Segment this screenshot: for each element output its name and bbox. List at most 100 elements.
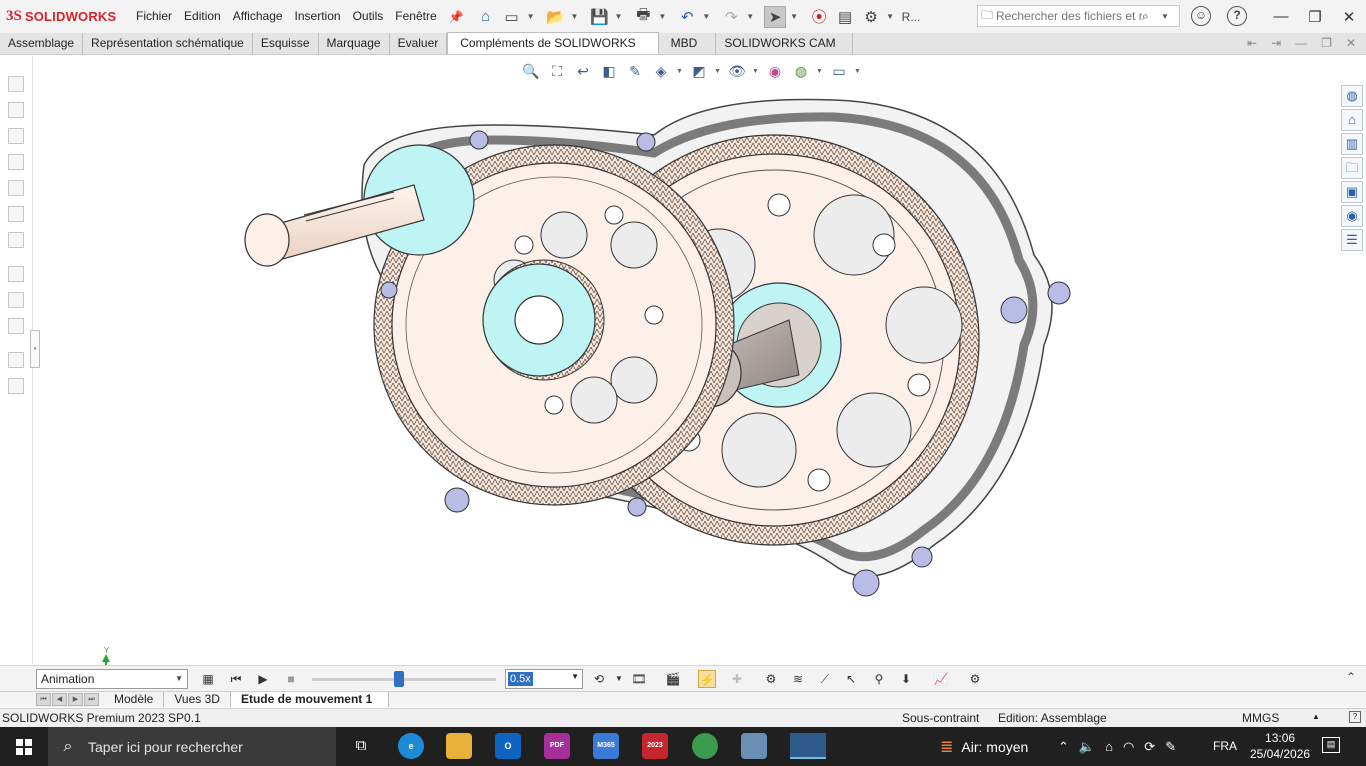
menu-fenetre[interactable]: Fenêtre <box>389 0 442 33</box>
tile-left-icon[interactable]: ⇤ <box>1247 36 1257 50</box>
gravity-icon[interactable]: ⬇ <box>897 670 915 688</box>
gearbox-assembly-model[interactable] <box>234 95 1114 615</box>
status-units[interactable]: MMGS <box>1242 711 1279 725</box>
playback-slider[interactable] <box>312 671 496 687</box>
solidworks-app-icon[interactable] <box>790 733 826 759</box>
tab-mbd[interactable]: MBD <box>659 33 717 54</box>
chevron-down-icon[interactable]: ▼ <box>614 12 622 21</box>
open-file-icon[interactable]: 📂 <box>545 6 567 28</box>
chevron-down-icon[interactable]: ▼ <box>790 12 798 21</box>
hide-show-items-icon[interactable]: 👁 <box>726 60 748 82</box>
assembly-icon[interactable] <box>8 76 24 92</box>
part-icon[interactable] <box>8 154 24 170</box>
chevron-down-icon[interactable]: ▼ <box>658 12 666 21</box>
part-icon[interactable] <box>8 102 24 118</box>
save-animation-icon[interactable]: 🎞 <box>630 670 648 688</box>
part-icon[interactable] <box>8 232 24 248</box>
play-icon[interactable]: ▶ <box>254 670 272 688</box>
file-explorer-icon[interactable]: 🗀 <box>1341 157 1363 179</box>
mate-icon[interactable] <box>8 318 24 334</box>
motor-icon[interactable]: ⚙ <box>762 670 780 688</box>
tab-etude-de-mouvement-1[interactable]: Etude de mouvement 1 <box>230 692 390 707</box>
edit-appearance-icon[interactable]: ◉ <box>764 60 786 82</box>
previous-view-icon[interactable]: ↩ <box>572 60 594 82</box>
volume-icon[interactable]: 🔈 <box>1079 739 1095 755</box>
taskbar-clock[interactable]: 13:06 25/04/2026 <box>1250 730 1310 762</box>
autokey-icon[interactable]: ⚡ <box>698 670 716 688</box>
zoom-to-fit-icon[interactable]: 🔍 <box>520 60 542 82</box>
restore-icon[interactable]: ❐ <box>1298 8 1332 26</box>
view-orientation-icon[interactable]: ◈ <box>650 60 672 82</box>
motion-study-properties-icon[interactable]: ⚙ <box>966 670 984 688</box>
view-settings-icon[interactable]: ▭ <box>828 60 850 82</box>
chevron-down-icon[interactable]: ▼ <box>752 68 760 75</box>
playback-mode-icon[interactable]: ⟲ <box>590 670 608 688</box>
chevron-down-icon[interactable]: ▼ <box>527 12 535 21</box>
design-library-icon[interactable]: ▥ <box>1341 133 1363 155</box>
stop-icon[interactable]: ■ <box>282 670 300 688</box>
chevron-up-icon[interactable]: ▲ <box>1312 712 1320 721</box>
first-tab-icon[interactable]: ⏮ <box>36 692 51 706</box>
tab-modele[interactable]: Modèle <box>104 692 165 707</box>
search-icon[interactable]: ⌕ <box>1142 9 1158 24</box>
user-account-icon[interactable]: ☺ <box>1191 6 1211 26</box>
tab-representation-schematique[interactable]: Représentation schématique <box>83 33 253 54</box>
chevron-down-icon[interactable]: ▼ <box>175 670 183 688</box>
calculate-icon[interactable]: ▦ <box>199 670 217 688</box>
menu-affichage[interactable]: Affichage <box>227 0 289 33</box>
spring-icon[interactable]: ≋ <box>789 670 807 688</box>
display-style-icon[interactable]: ◩ <box>688 60 710 82</box>
save-icon[interactable]: 💾 <box>588 6 610 28</box>
section-view-icon[interactable]: ◧ <box>598 60 620 82</box>
toolbar-overflow-label[interactable]: R... <box>902 6 921 28</box>
chevron-down-icon[interactable]: ▼ <box>816 68 824 75</box>
chevron-down-icon[interactable]: ▼ <box>714 68 722 75</box>
dynamic-annotation-icon[interactable]: ✎ <box>624 60 646 82</box>
collapse-motion-manager-icon[interactable]: ⌃ <box>1346 670 1356 684</box>
force-icon[interactable]: ↖ <box>842 670 860 688</box>
pattern-icon[interactable] <box>8 352 24 368</box>
chevron-down-icon[interactable]: ▼ <box>610 670 628 688</box>
study-type-select[interactable]: Animation ▼ <box>36 669 188 689</box>
start-button[interactable] <box>0 727 48 766</box>
doc-restore-icon[interactable]: ❐ <box>1321 36 1332 50</box>
results-and-plots-icon[interactable]: 📈 <box>932 670 950 688</box>
close-icon[interactable]: ✕ <box>1332 8 1366 26</box>
chevron-down-icon[interactable]: ▼ <box>676 68 684 75</box>
solidworks-logo[interactable]: 3S SOLIDWORKS <box>0 8 130 25</box>
graphics-area[interactable]: Y X <box>34 85 1340 699</box>
microsoft-365-icon[interactable]: M365 <box>593 733 619 759</box>
sync-icon[interactable]: ⟳ <box>1144 739 1155 755</box>
apply-scene-icon[interactable]: ◍ <box>790 60 812 82</box>
tab-evaluer[interactable]: Evaluer <box>390 33 448 54</box>
redo-icon[interactable]: ↷ <box>720 6 742 28</box>
chevron-down-icon[interactable]: ▼ <box>1158 12 1172 21</box>
status-help-icon[interactable]: ? <box>1349 711 1361 723</box>
zoom-to-area-icon[interactable]: ⛶ <box>546 60 568 82</box>
menu-insertion[interactable]: Insertion <box>289 0 347 33</box>
tab-assemblage[interactable]: Assemblage <box>0 33 84 54</box>
task-view-icon[interactable]: ⧉ <box>348 733 374 759</box>
tab-vues-3d[interactable]: Vues 3D <box>164 692 231 707</box>
playback-slider-thumb[interactable] <box>393 671 404 687</box>
search-box[interactable]: 🗀 ⌕ ▼ <box>977 5 1180 27</box>
doc-close-icon[interactable]: ✕ <box>1346 36 1356 50</box>
playback-speed-select[interactable]: 0.5x ▼ <box>505 669 583 689</box>
chevron-down-icon[interactable]: ▼ <box>746 12 754 21</box>
minimize-icon[interactable]: — <box>1264 8 1298 25</box>
part-icon[interactable] <box>8 128 24 144</box>
add-key-icon[interactable]: ✚ <box>728 670 746 688</box>
custom-properties-icon[interactable]: ☰ <box>1341 229 1363 251</box>
chevron-down-icon[interactable]: ▼ <box>702 12 710 21</box>
home-icon[interactable]: ⌂ <box>1341 109 1363 131</box>
appearances-icon[interactable]: ◉ <box>1341 205 1363 227</box>
select-pointer-icon[interactable]: ➤ <box>764 5 787 28</box>
tab-complements-solidworks[interactable]: Compléments de SOLIDWORKS <box>447 32 659 54</box>
file-properties-icon[interactable]: ▤ <box>834 6 856 28</box>
chevron-up-icon[interactable]: ⌃ <box>1058 739 1069 755</box>
chevron-down-icon[interactable]: ▼ <box>571 12 579 21</box>
new-document-icon[interactable]: ▭ <box>501 6 523 28</box>
traffic-light-icon[interactable]: ⦿ <box>808 6 830 28</box>
menu-outils[interactable]: Outils <box>347 0 390 33</box>
home-icon[interactable]: ⌂ <box>475 6 497 28</box>
